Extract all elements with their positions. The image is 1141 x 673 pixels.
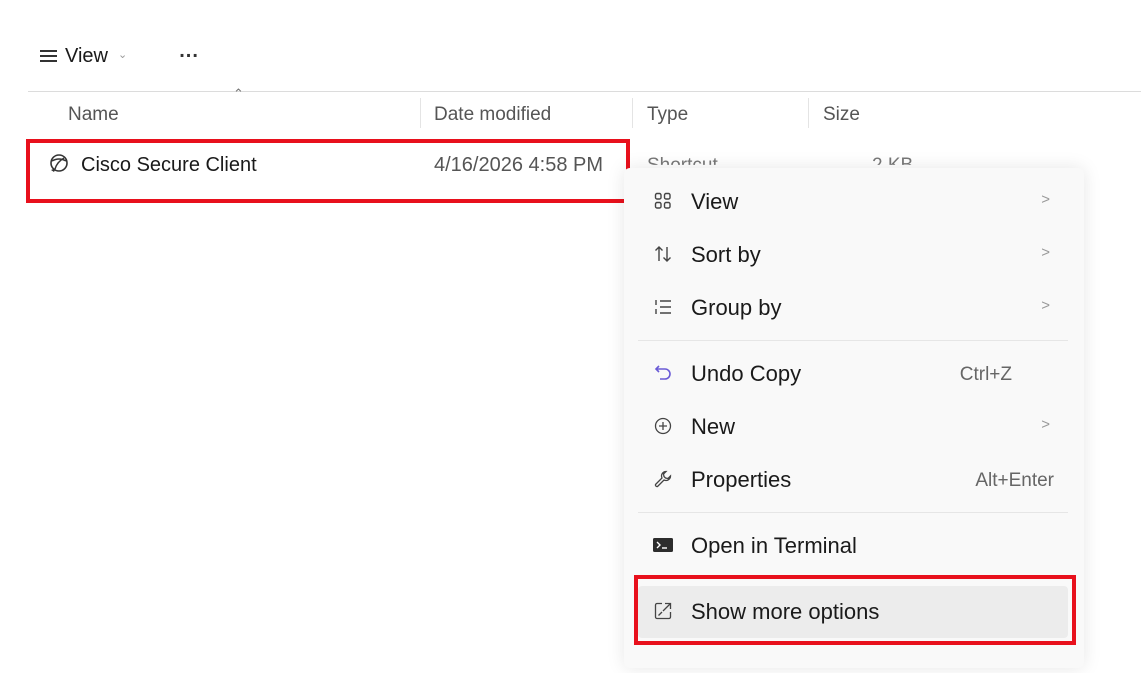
menu-separator [638,578,1068,579]
menu-item-view[interactable]: View > [638,176,1068,228]
view-lines-icon [40,50,57,62]
menu-item-show-more-options[interactable]: Show more options [638,586,1068,638]
menu-item-properties[interactable]: Properties Alt+Enter [638,454,1068,506]
menu-item-label: Properties [691,467,792,492]
column-separator[interactable] [420,98,421,128]
grid-view-icon [652,190,674,212]
column-header-date-modified[interactable]: Date modified [434,104,551,126]
menu-item-label: Show more options [691,599,880,624]
wrench-icon [652,468,674,490]
column-separator[interactable] [808,98,809,128]
toolbar-divider [28,91,1141,92]
chevron-down-icon: ⌄ [118,48,128,61]
sort-arrows-icon [652,243,674,265]
menu-item-shortcut: Ctrl+Z [959,364,1012,385]
file-date-modified: 4/16/2026 4:58 PM [434,154,604,176]
view-button-label: View [65,44,108,67]
menu-item-label: Open in Terminal [691,533,857,558]
file-explorer-window: View ⌄ ... ⌃ Name Date modified Type Siz… [0,0,1141,673]
menu-item-label: Group by [691,295,782,320]
undo-icon [652,362,674,384]
menu-separator [638,512,1068,513]
column-header-type[interactable]: Type [647,104,688,126]
view-button[interactable]: View ⌄ [30,38,137,74]
menu-item-label: View [691,189,739,214]
menu-item-undo-copy[interactable]: Undo Copy Ctrl+Z [638,348,1068,400]
chevron-right-icon: > [1041,297,1050,314]
group-list-icon [652,296,674,318]
show-more-icon [652,600,674,622]
menu-item-open-in-terminal[interactable]: Open in Terminal [638,520,1068,572]
cisco-globe-icon [49,153,69,173]
menu-item-shortcut: Alt+Enter [975,470,1054,491]
file-row-cisco-secure-client[interactable]: Cisco Secure Client 4/16/2026 4:58 PM [30,143,620,198]
menu-separator [638,340,1068,341]
column-header-size[interactable]: Size [823,104,860,126]
terminal-icon [652,534,674,556]
menu-item-new[interactable]: New > [638,401,1068,453]
menu-item-label: New [691,414,736,439]
column-header-name[interactable]: Name [68,104,119,126]
toolbar: View ⌄ ... [30,38,205,74]
context-menu: View > Sort by > Group by > Undo Copy Ct… [624,168,1084,668]
plus-circle-icon [652,415,674,437]
chevron-right-icon: > [1041,191,1050,208]
chevron-right-icon: > [1041,416,1050,433]
menu-item-group-by[interactable]: Group by > [638,282,1068,334]
menu-item-label: Sort by [691,242,761,267]
sort-ascending-icon: ⌃ [233,86,244,101]
menu-item-sort-by[interactable]: Sort by > [638,229,1068,281]
column-separator[interactable] [632,98,633,128]
chevron-right-icon: > [1041,244,1050,261]
menu-item-label: Undo Copy [691,361,802,386]
file-name: Cisco Secure Client [81,154,257,176]
more-options-button[interactable]: ... [173,40,205,63]
